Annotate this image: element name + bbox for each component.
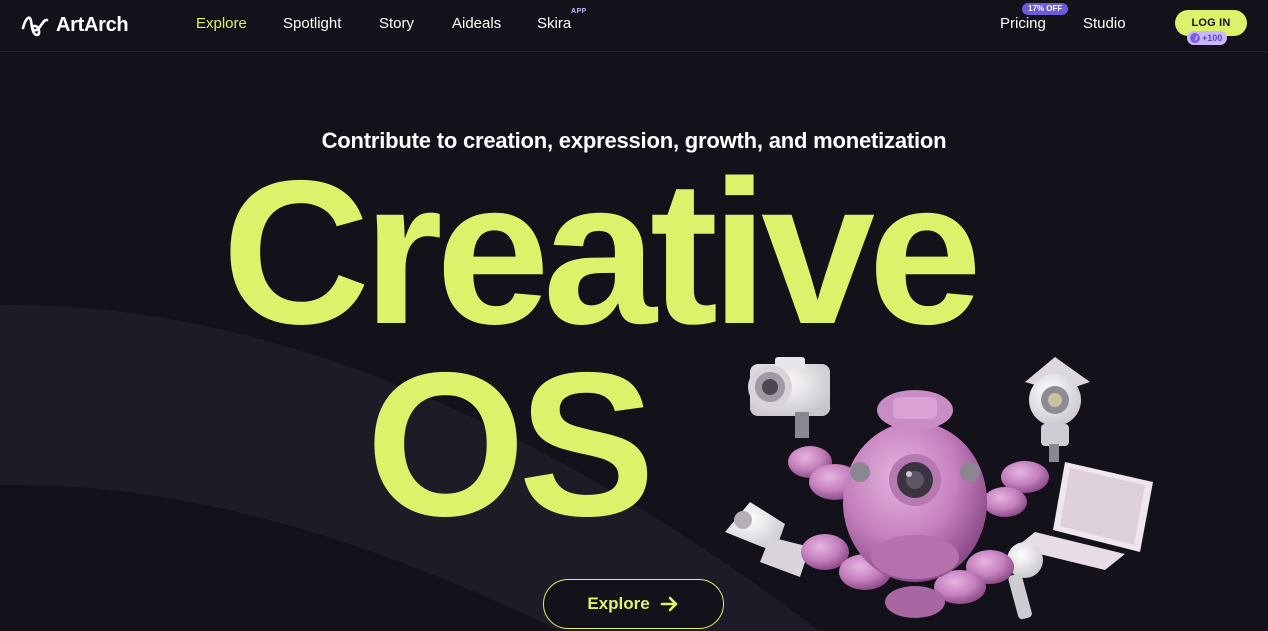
nav-aideals[interactable]: Aideals (452, 15, 501, 33)
robot-illustration (725, 357, 1153, 620)
nav-spotlight[interactable]: Spotlight (283, 15, 341, 33)
nav-explore[interactable]: Explore (196, 15, 247, 33)
skira-app-badge: APP (571, 8, 587, 15)
squiggle-logo-icon (21, 16, 49, 37)
explore-button-label: Explore (587, 594, 650, 613)
arrow-right-icon (660, 596, 677, 612)
hero-title-line-2: OS (366, 330, 655, 559)
brand-name: ArtArch (56, 13, 129, 36)
top-navbar: ArtArch Explore Spotlight Story Aideals … (0, 0, 1268, 52)
nav-pricing[interactable]: Pricing (1000, 15, 1046, 33)
camera-prop (748, 357, 830, 438)
nav-skira[interactable]: Skira (537, 15, 571, 33)
points-badge: +100 (1187, 31, 1228, 45)
brand-logo[interactable]: ArtArch (20, 11, 129, 39)
pricing-discount-badge: 17% OFF (1022, 3, 1069, 15)
spotlight-prop (1025, 357, 1090, 462)
coin-icon (1190, 33, 1200, 43)
explore-button[interactable]: Explore (543, 579, 724, 629)
page: ArtArch Explore Spotlight Story Aideals … (0, 0, 1268, 631)
video-camera-prop (725, 502, 810, 577)
nav-story[interactable]: Story (379, 15, 414, 33)
nav-studio[interactable]: Studio (1083, 15, 1126, 33)
microphone-prop (1007, 542, 1043, 620)
points-value: +100 (1202, 33, 1223, 43)
hero-title-line-1: Creative (222, 138, 982, 367)
